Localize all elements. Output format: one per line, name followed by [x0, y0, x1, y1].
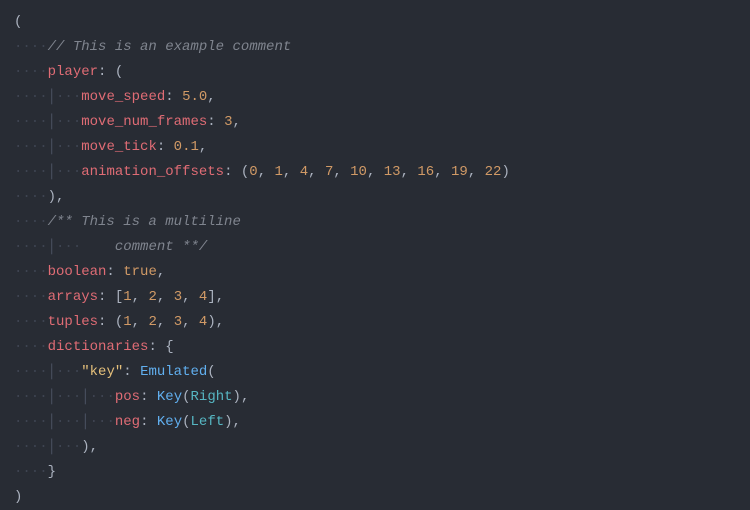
code-line: ····arrays: [1, 2, 3, 4],: [14, 285, 736, 310]
code-line: ····player: (: [14, 60, 736, 85]
code-line: ····│···),: [14, 435, 736, 460]
property-key: move_speed: [81, 89, 165, 105]
property-key: boolean: [48, 264, 107, 280]
code-line: ····│···move_num_frames: 3,: [14, 110, 736, 135]
code-line: ····dictionaries: {: [14, 335, 736, 360]
code-line: ····│···│···neg: Key(Left),: [14, 410, 736, 435]
line-comment: // This is an example comment: [48, 39, 292, 55]
close-paren: ): [14, 489, 22, 505]
code-line: ····// This is an example comment: [14, 35, 736, 60]
code-line: ): [14, 485, 736, 510]
block-comment: /** This is a multiline: [48, 214, 241, 230]
enum-value: Left: [191, 414, 225, 430]
boolean-literal: true: [123, 264, 157, 280]
code-line: ····boolean: true,: [14, 260, 736, 285]
property-key: dictionaries: [48, 339, 149, 355]
enum-value: Right: [191, 389, 233, 405]
property-key: neg: [115, 414, 140, 430]
code-line: ····│···animation_offsets: (0, 1, 4, 7, …: [14, 160, 736, 185]
code-line: ····│···move_speed: 5.0,: [14, 85, 736, 110]
number-literal: 0.1: [174, 139, 199, 155]
string-literal: "key": [81, 364, 123, 380]
number-literal: 5.0: [182, 89, 207, 105]
code-line: ····│···move_tick: 0.1,: [14, 135, 736, 160]
type-name: Key: [157, 414, 182, 430]
code-line: ····│···│···pos: Key(Right),: [14, 385, 736, 410]
code-line: (: [14, 10, 736, 35]
property-key: animation_offsets: [81, 164, 224, 180]
property-key: pos: [115, 389, 140, 405]
code-line: ····/** This is a multiline: [14, 210, 736, 235]
property-key: player: [48, 64, 98, 80]
open-paren: (: [14, 14, 22, 30]
code-line: ····}: [14, 460, 736, 485]
code-editor[interactable]: ( ····// This is an example comment ····…: [14, 10, 736, 510]
code-line: ····),: [14, 185, 736, 210]
property-key: move_tick: [81, 139, 157, 155]
code-line: ····│··· comment **/: [14, 235, 736, 260]
type-name: Emulated: [140, 364, 207, 380]
code-line: ····tuples: (1, 2, 3, 4),: [14, 310, 736, 335]
type-name: Key: [157, 389, 182, 405]
property-key: move_num_frames: [81, 114, 207, 130]
property-key: tuples: [48, 314, 98, 330]
property-key: arrays: [48, 289, 98, 305]
code-line: ····│···"key": Emulated(: [14, 360, 736, 385]
block-comment: comment **/: [81, 239, 207, 255]
